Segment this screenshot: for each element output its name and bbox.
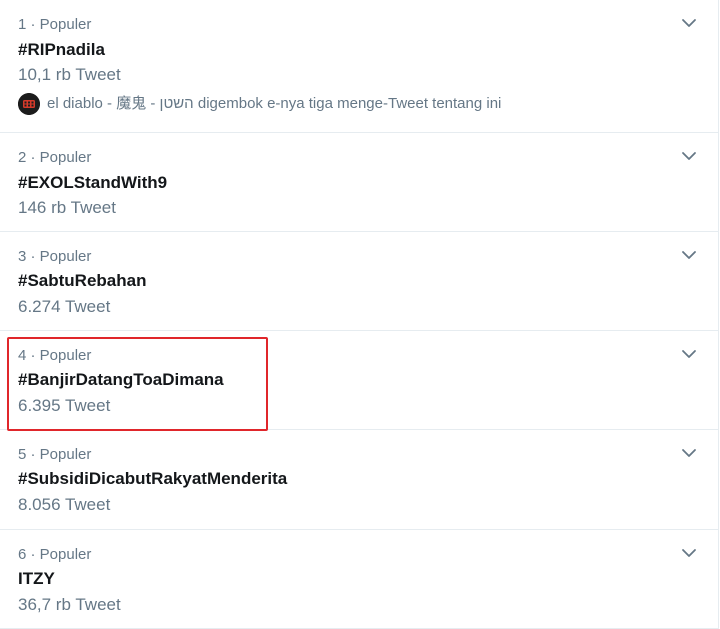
- trend-tweet-count: 36,7 rb Tweet: [18, 595, 121, 614]
- chevron-down-icon[interactable]: [680, 544, 698, 562]
- avatar: [18, 93, 40, 115]
- trend-item[interactable]: 1 · Populer #RIPnadila 10,1 rb Tweet el …: [0, 0, 718, 133]
- trend-context-text: el diablo - 魔鬼 - השטן digembok e-nya tig…: [47, 95, 502, 112]
- trend-title: #RIPnadila: [18, 40, 105, 59]
- trend-tweet-count: 6.395 Tweet: [18, 396, 111, 415]
- trend-title: #EXOLStandWith9: [18, 173, 168, 192]
- trend-meta: 3 · Populer: [18, 248, 92, 265]
- chevron-down-icon[interactable]: [680, 147, 698, 165]
- trend-item[interactable]: 6 · Populer ITZY 36,7 rb Tweet: [0, 530, 718, 629]
- trend-meta: 5 · Populer: [18, 446, 92, 463]
- trend-item[interactable]: 4 · Populer #BanjirDatangToaDimana 6.395…: [0, 331, 718, 430]
- avatar-icon: [18, 93, 40, 115]
- chevron-down-icon[interactable]: [680, 345, 698, 363]
- trend-tweet-count: 6.274 Tweet: [18, 297, 111, 316]
- trends-list: 1 · Populer #RIPnadila 10,1 rb Tweet el …: [0, 0, 719, 629]
- trend-meta: 6 · Populer: [18, 546, 92, 563]
- trend-title: #BanjirDatangToaDimana: [18, 370, 224, 389]
- chevron-down-icon[interactable]: [680, 444, 698, 462]
- chevron-down-icon[interactable]: [680, 246, 698, 264]
- trend-title: ITZY: [18, 569, 55, 588]
- trend-item[interactable]: 2 · Populer #EXOLStandWith9 146 rb Tweet: [0, 133, 718, 232]
- trend-title: #SabtuRebahan: [18, 271, 147, 290]
- trend-tweet-count: 8.056 Tweet: [18, 495, 111, 514]
- trend-meta: 1 · Populer: [18, 16, 92, 33]
- trend-tweet-count: 146 rb Tweet: [18, 198, 116, 217]
- trend-meta: 4 · Populer: [18, 347, 92, 364]
- chevron-down-icon[interactable]: [680, 14, 698, 32]
- trend-title: #SubsidiDicabutRakyatMenderita: [18, 469, 288, 488]
- trend-context: el diablo - 魔鬼 - השטן digembok e-nya tig…: [18, 93, 501, 115]
- trend-item[interactable]: 5 · Populer #SubsidiDicabutRakyatMenderi…: [0, 430, 718, 530]
- trend-item[interactable]: 3 · Populer #SabtuRebahan 6.274 Tweet: [0, 232, 718, 331]
- trend-tweet-count: 10,1 rb Tweet: [18, 65, 121, 84]
- trend-meta: 2 · Populer: [18, 149, 92, 166]
